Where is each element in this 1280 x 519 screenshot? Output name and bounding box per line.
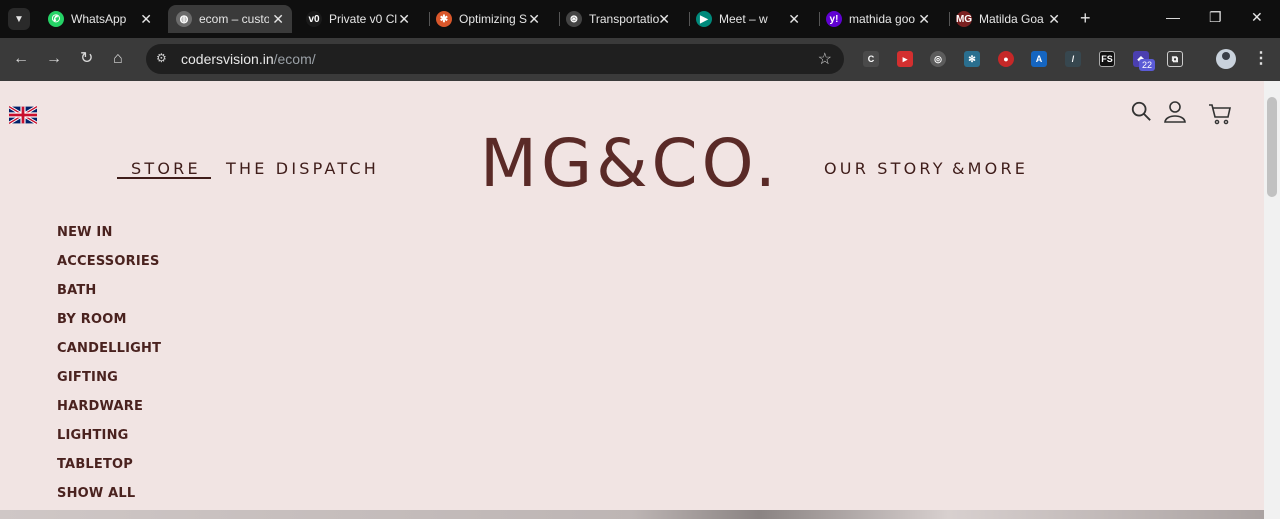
browser-tab[interactable]: MG Matilda Goa ✕ [952, 5, 1068, 33]
tab-separator [949, 12, 950, 26]
tab-title: Transportatio [589, 12, 659, 26]
home-button[interactable]: ⌂ [113, 49, 123, 69]
tab-title: WhatsApp [71, 12, 127, 26]
hero-image-edge [0, 510, 1264, 519]
tab-title: Meet – w [719, 12, 768, 26]
cart-icon[interactable] [1208, 102, 1232, 126]
menu-item-tabletop[interactable]: TABLETOP [57, 457, 161, 486]
tab-title: Private v0 Cl [329, 12, 398, 26]
tab-close-icon[interactable]: ✕ [918, 10, 930, 28]
restore-button[interactable]: ❐ [1209, 9, 1222, 26]
scrollbar-thumb[interactable] [1267, 97, 1277, 197]
nav-the-dispatch[interactable]: THE DISPATCH [226, 159, 379, 178]
tab-close-icon[interactable]: ✕ [1048, 10, 1060, 28]
tab-favicon-icon: ⊛ [566, 11, 582, 27]
new-tab-button[interactable]: + [1080, 8, 1091, 28]
site-info-icon[interactable]: ⚙ [156, 51, 167, 65]
extension-icon-5[interactable]: ● [998, 51, 1014, 67]
menu-item-bath[interactable]: BATH [57, 283, 161, 312]
menu-item-by-room[interactable]: BY ROOM [57, 312, 161, 341]
extension-icon-1[interactable]: C [863, 51, 879, 67]
tab-close-icon[interactable]: ✕ [398, 10, 410, 28]
tab-title: Matilda Goa [979, 12, 1044, 26]
tab-title: mathida goo [849, 12, 916, 26]
forward-button[interactable]: → [46, 49, 62, 69]
web-page: STORE THE DISPATCH MG&CO. OUR STORY &MOR… [0, 81, 1264, 519]
menu-item-accessories[interactable]: ACCESSORIES [57, 254, 161, 283]
tab-favicon-icon: y! [826, 11, 842, 27]
tab-separator [689, 12, 690, 26]
extension-icon-4[interactable]: ✻ [964, 51, 980, 67]
menu-item-lighting[interactable]: LIGHTING [57, 428, 161, 457]
tab-favicon-icon: ◍ [176, 11, 192, 27]
browser-tab[interactable]: ⊛ Transportatio ✕ [562, 5, 678, 33]
tab-close-icon[interactable]: ✕ [528, 10, 540, 28]
bookmark-star-icon[interactable]: ☆ [818, 49, 832, 69]
tab-favicon-icon: ✱ [436, 11, 452, 27]
tab-separator [819, 12, 820, 26]
tab-close-icon[interactable]: ✕ [658, 10, 670, 28]
tab-separator [559, 12, 560, 26]
tab-title: Optimizing S [459, 12, 528, 26]
store-dropdown-menu: NEW IN ACCESSORIES BATH BY ROOM CANDELLI… [57, 225, 161, 515]
extension-badge: 22 [1139, 59, 1156, 71]
extension-icon-3[interactable]: ◎ [930, 51, 946, 67]
browser-tab[interactable]: y! mathida goo ✕ [822, 5, 938, 33]
browser-tab[interactable]: ◍ ecom – custo ✕ [168, 5, 292, 33]
search-icon[interactable] [1130, 100, 1152, 122]
url-host: codersvision.in [181, 51, 274, 67]
tab-title: ecom – custo [199, 12, 269, 26]
url-text[interactable]: codersvision.in/ecom/ [181, 51, 316, 67]
nav-more[interactable]: &MORE [952, 159, 1028, 178]
menu-item-candellight[interactable]: CANDELLIGHT [57, 341, 161, 370]
back-button[interactable]: ← [13, 49, 29, 69]
browser-tab[interactable]: ✱ Optimizing S ✕ [432, 5, 548, 33]
nav-store-underline [117, 177, 211, 179]
extension-icon-2[interactable]: ▸ [897, 51, 913, 67]
tab-search-button[interactable]: ▼ [8, 8, 30, 30]
url-path: /ecom/ [273, 51, 316, 67]
browser-menu-icon[interactable]: ⋮ [1253, 48, 1269, 68]
page-scrollbar[interactable] [1264, 81, 1280, 519]
profile-avatar[interactable] [1216, 49, 1236, 69]
extension-icon-8[interactable]: FS [1099, 51, 1115, 67]
minimize-button[interactable]: — [1166, 9, 1180, 25]
tab-favicon-icon: ▶ [696, 11, 712, 27]
tab-favicon-icon: ✆ [48, 11, 64, 27]
brand-logo[interactable]: MG&CO. [480, 125, 780, 203]
extension-icon-6[interactable]: A [1031, 51, 1047, 67]
nav-our-story[interactable]: OUR STORY [824, 159, 946, 178]
menu-item-hardware[interactable]: HARDWARE [57, 399, 161, 428]
uk-flag-icon[interactable] [9, 106, 37, 124]
tab-separator [429, 12, 430, 26]
account-icon[interactable] [1163, 99, 1187, 123]
extensions-puzzle-icon[interactable]: ⧉ [1167, 51, 1183, 67]
menu-item-gifting[interactable]: GIFTING [57, 370, 161, 399]
extension-icon-7[interactable]: / [1065, 51, 1081, 67]
close-window-button[interactable]: ✕ [1251, 9, 1263, 26]
browser-tab[interactable]: ▶ Meet – w ✕ [692, 5, 808, 33]
tab-close-icon[interactable]: ✕ [788, 10, 800, 28]
tab-favicon-icon: MG [956, 11, 972, 27]
tab-strip: ▼ ✆ WhatsApp ✕ ◍ ecom – custo ✕ v0 Private v0 C… [0, 0, 1280, 38]
nav-store[interactable]: STORE [131, 159, 201, 178]
browser-toolbar: ← → ↻ ⌂ ⚙ codersvision.in/ecom/ ☆ C ▸ ◎ … [0, 38, 1280, 81]
browser-tab[interactable]: ✆ WhatsApp ✕ [44, 5, 160, 33]
tab-close-icon[interactable]: ✕ [272, 10, 284, 28]
tab-favicon-icon: v0 [306, 11, 322, 27]
browser-tab[interactable]: v0 Private v0 Cl ✕ [302, 5, 418, 33]
menu-item-new-in[interactable]: NEW IN [57, 225, 161, 254]
address-bar[interactable]: ⚙ codersvision.in/ecom/ ☆ [146, 44, 844, 74]
reload-button[interactable]: ↻ [80, 49, 93, 69]
tab-close-icon[interactable]: ✕ [140, 10, 152, 28]
